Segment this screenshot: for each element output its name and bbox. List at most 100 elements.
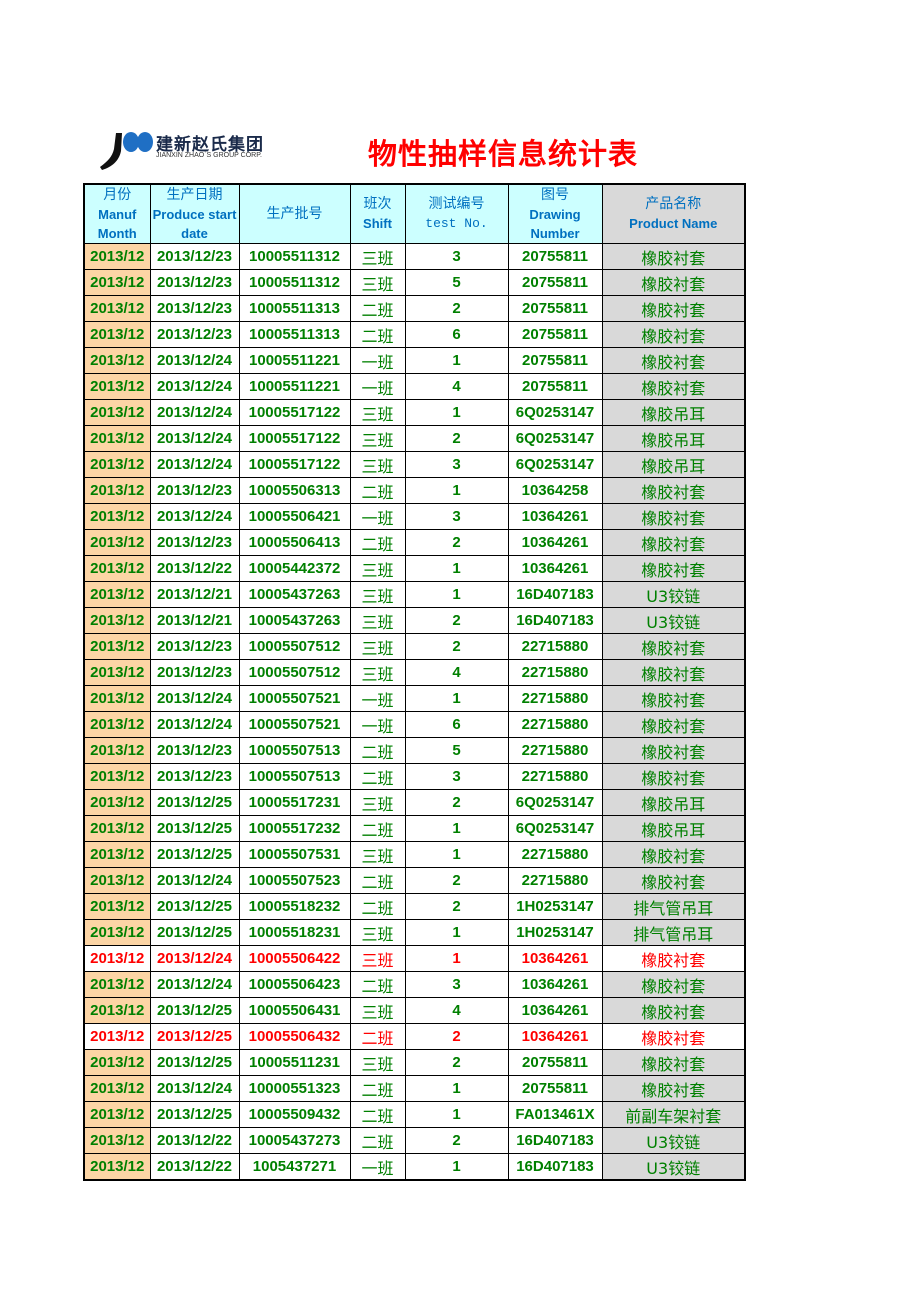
cell-shift[interactable]: 三班 — [349, 243, 406, 270]
cell-product[interactable]: 橡胶吊耳 — [601, 399, 746, 426]
cell-test-no[interactable]: 3 — [404, 451, 509, 478]
cell-shift[interactable]: 三班 — [349, 633, 406, 660]
cell-month[interactable]: 2013/12 — [83, 763, 151, 790]
cell-batch[interactable]: 10005507523 — [238, 867, 351, 894]
cell-test-no[interactable]: 3 — [404, 971, 509, 998]
cell-month[interactable]: 2013/12 — [83, 1049, 151, 1076]
cell-batch[interactable]: 10005517122 — [238, 399, 351, 426]
cell-shift[interactable]: 三班 — [349, 555, 406, 582]
cell-batch[interactable]: 10005511312 — [238, 269, 351, 296]
cell-month[interactable]: 2013/12 — [83, 1153, 151, 1181]
cell-shift[interactable]: 二班 — [349, 893, 406, 920]
cell-month[interactable]: 2013/12 — [83, 1075, 151, 1102]
cell-drawing[interactable]: 22715880 — [507, 763, 603, 790]
cell-shift[interactable]: 一班 — [349, 685, 406, 712]
cell-product[interactable]: 橡胶衬套 — [601, 503, 746, 530]
cell-product[interactable]: 橡胶衬套 — [601, 711, 746, 738]
cell-batch[interactable]: 10005509432 — [238, 1101, 351, 1128]
cell-month[interactable]: 2013/12 — [83, 945, 151, 972]
cell-drawing[interactable]: 1H0253147 — [507, 893, 603, 920]
cell-date[interactable]: 2013/12/22 — [149, 1127, 240, 1154]
cell-product[interactable]: 橡胶衬套 — [601, 971, 746, 998]
cell-month[interactable]: 2013/12 — [83, 685, 151, 712]
cell-month[interactable]: 2013/12 — [83, 503, 151, 530]
cell-date[interactable]: 2013/12/25 — [149, 789, 240, 816]
cell-shift[interactable]: 三班 — [349, 1049, 406, 1076]
cell-shift[interactable]: 三班 — [349, 841, 406, 868]
cell-shift[interactable]: 二班 — [349, 737, 406, 764]
cell-shift[interactable]: 三班 — [349, 399, 406, 426]
cell-shift[interactable]: 二班 — [349, 815, 406, 842]
cell-product[interactable]: 橡胶衬套 — [601, 997, 746, 1024]
cell-month[interactable]: 2013/12 — [83, 321, 151, 348]
cell-batch[interactable]: 10005518231 — [238, 919, 351, 946]
cell-batch[interactable]: 10005506423 — [238, 971, 351, 998]
cell-batch[interactable]: 10005506313 — [238, 477, 351, 504]
cell-drawing[interactable]: 6Q0253147 — [507, 789, 603, 816]
cell-product[interactable]: 橡胶吊耳 — [601, 425, 746, 452]
cell-drawing[interactable]: FA013461X — [507, 1101, 603, 1128]
cell-drawing[interactable]: 20755811 — [507, 373, 603, 400]
cell-batch[interactable]: 10005517122 — [238, 425, 351, 452]
cell-product[interactable]: 橡胶衬套 — [601, 945, 746, 972]
cell-product[interactable]: 橡胶衬套 — [601, 763, 746, 790]
cell-date[interactable]: 2013/12/24 — [149, 1075, 240, 1102]
cell-test-no[interactable]: 1 — [404, 919, 509, 946]
cell-shift[interactable]: 二班 — [349, 1127, 406, 1154]
cell-month[interactable]: 2013/12 — [83, 581, 151, 608]
cell-month[interactable]: 2013/12 — [83, 529, 151, 556]
cell-date[interactable]: 2013/12/24 — [149, 347, 240, 374]
cell-drawing[interactable]: 20755811 — [507, 1049, 603, 1076]
cell-product[interactable]: 橡胶衬套 — [601, 1023, 746, 1050]
cell-drawing[interactable]: 20755811 — [507, 347, 603, 374]
cell-test-no[interactable]: 1 — [404, 815, 509, 842]
cell-batch[interactable]: 10005506432 — [238, 1023, 351, 1050]
cell-product[interactable]: U3铰链 — [601, 1153, 746, 1181]
cell-shift[interactable]: 三班 — [349, 269, 406, 296]
cell-batch[interactable]: 10005507512 — [238, 659, 351, 686]
cell-test-no[interactable]: 1 — [404, 581, 509, 608]
cell-date[interactable]: 2013/12/23 — [149, 321, 240, 348]
cell-test-no[interactable]: 2 — [404, 789, 509, 816]
cell-date[interactable]: 2013/12/24 — [149, 451, 240, 478]
cell-drawing[interactable]: 10364261 — [507, 997, 603, 1024]
cell-month[interactable]: 2013/12 — [83, 1127, 151, 1154]
cell-drawing[interactable]: 20755811 — [507, 269, 603, 296]
cell-batch[interactable]: 10005507513 — [238, 763, 351, 790]
cell-shift[interactable]: 一班 — [349, 347, 406, 374]
cell-test-no[interactable]: 1 — [404, 347, 509, 374]
cell-product[interactable]: 橡胶衬套 — [601, 477, 746, 504]
cell-test-no[interactable]: 1 — [404, 1101, 509, 1128]
cell-shift[interactable]: 二班 — [349, 1023, 406, 1050]
cell-test-no[interactable]: 1 — [404, 685, 509, 712]
cell-month[interactable]: 2013/12 — [83, 1101, 151, 1128]
cell-month[interactable]: 2013/12 — [83, 815, 151, 842]
cell-shift[interactable]: 二班 — [349, 477, 406, 504]
cell-test-no[interactable]: 2 — [404, 1049, 509, 1076]
cell-product[interactable]: 橡胶衬套 — [601, 659, 746, 686]
cell-drawing[interactable]: 10364261 — [507, 529, 603, 556]
cell-shift[interactable]: 三班 — [349, 581, 406, 608]
cell-test-no[interactable]: 2 — [404, 867, 509, 894]
cell-batch[interactable]: 10005507512 — [238, 633, 351, 660]
cell-drawing[interactable]: 10364261 — [507, 945, 603, 972]
cell-batch[interactable]: 10005437263 — [238, 607, 351, 634]
cell-product[interactable]: 橡胶衬套 — [601, 633, 746, 660]
cell-product[interactable]: 排气管吊耳 — [601, 919, 746, 946]
cell-date[interactable]: 2013/12/24 — [149, 373, 240, 400]
cell-product[interactable]: U3铰链 — [601, 581, 746, 608]
cell-month[interactable]: 2013/12 — [83, 295, 151, 322]
cell-date[interactable]: 2013/12/23 — [149, 295, 240, 322]
header-month[interactable]: 月份 Manuf Month — [83, 183, 151, 244]
cell-product[interactable]: U3铰链 — [601, 607, 746, 634]
cell-date[interactable]: 2013/12/25 — [149, 1049, 240, 1076]
header-product[interactable]: 产品名称 Product Name — [601, 183, 746, 244]
cell-batch[interactable]: 10005517232 — [238, 815, 351, 842]
cell-date[interactable]: 2013/12/24 — [149, 711, 240, 738]
cell-drawing[interactable]: 6Q0253147 — [507, 815, 603, 842]
cell-product[interactable]: 橡胶吊耳 — [601, 789, 746, 816]
cell-batch[interactable]: 10005507513 — [238, 737, 351, 764]
cell-drawing[interactable]: 6Q0253147 — [507, 451, 603, 478]
cell-test-no[interactable]: 1 — [404, 1075, 509, 1102]
cell-product[interactable]: 橡胶衬套 — [601, 737, 746, 764]
